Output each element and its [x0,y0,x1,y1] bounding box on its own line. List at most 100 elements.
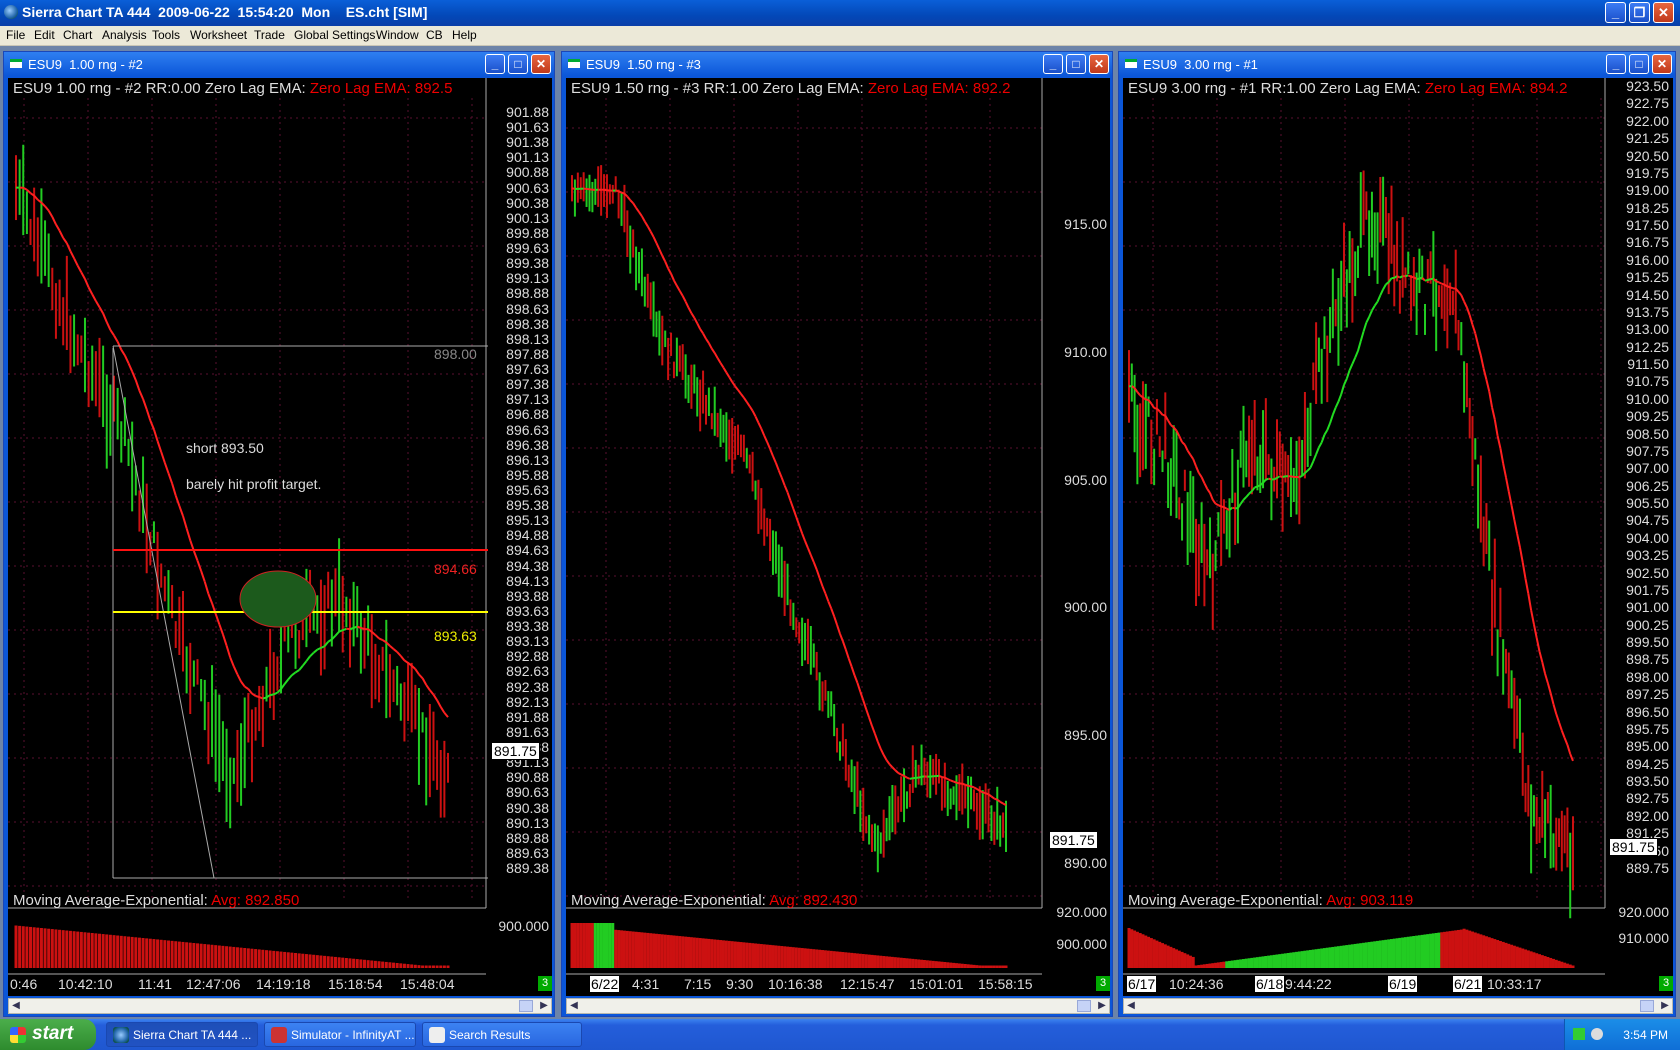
chart-window-title-bar[interactable]: ESU9 3.00 rng - #1 _ □ ✕ [1119,52,1675,76]
time-tick-label: 7:15 [684,976,712,992]
chart-window-title-bar[interactable]: ESU9 1.50 rng - #3 _ □ ✕ [562,52,1112,76]
chart-window-3[interactable]: ESU9 3.00 rng - #1 _ □ ✕ ESU9 3.00 rng -… [1118,51,1676,1017]
ema-segment [429,689,435,696]
page-indicator[interactable]: 3 [1659,976,1673,991]
ema-segment [338,629,344,633]
ema-segment [1538,651,1544,663]
menu-chart[interactable]: Chart [63,28,92,42]
menu-window[interactable]: Window [376,28,419,42]
ema-segment [1535,637,1541,652]
ema-segment [1265,477,1269,481]
menu-trade[interactable]: Trade [254,28,285,42]
scroll-thumb[interactable] [519,1000,533,1012]
price-tick-label: 916.00 [1626,251,1669,268]
ema-segment [646,225,652,233]
chart-minimize-button[interactable]: _ [1606,54,1626,74]
last-price-label: 891.75 [1049,831,1098,849]
time-tick-label: 11:41 [138,976,172,992]
ema-segment [247,688,253,695]
page-indicator[interactable]: 3 [1096,976,1110,991]
start-button[interactable]: start [0,1019,96,1050]
ema-segment [774,462,780,471]
price-tick-label: 896.50 [1626,703,1669,720]
menu-worksheet[interactable]: Worksheet [190,28,247,42]
ema-segment [255,695,260,698]
ema-segment [1206,488,1211,494]
ema-segment [443,712,449,718]
chart-window-1[interactable]: ESU9 1.00 rng - #2 _ □ ✕ ESU9 1.00 rng -… [3,51,555,1017]
scroll-right-icon[interactable]: ▶ [537,999,551,1013]
restore-button[interactable]: ❐ [1629,2,1650,23]
price-tick-label: 913.75 [1626,303,1669,320]
horizontal-scrollbar[interactable]: ◀ ▶ [8,998,552,1014]
price-tick-label: 890.63 [506,784,549,801]
scroll-left-icon[interactable]: ◀ [9,999,23,1013]
horizontal-scrollbar[interactable]: ◀ ▶ [1123,998,1673,1014]
scroll-left-icon[interactable]: ◀ [567,999,581,1013]
menu-analysis[interactable]: Analysis [102,28,147,42]
menu-help[interactable]: Help [452,28,477,42]
chart-window-icon [1125,59,1137,68]
time-tick-label: 9:30 [726,976,754,992]
scroll-right-icon[interactable]: ▶ [1095,999,1109,1013]
price-tick-label: 901.00 [1626,599,1669,616]
menu-global-settings[interactable]: Global Settings [294,28,375,42]
taskbar-item-sierra-chart[interactable]: Sierra Chart TA 444 ... [106,1022,258,1047]
ema-segment [871,725,876,735]
price-tick-label: 905.00 [1064,471,1107,488]
price-tick-label: 901.63 [506,119,549,136]
ema-segment [1524,578,1530,594]
time-tick-label: 6/19 [1388,976,1418,992]
annotation-note: barely hit profit target. [186,476,322,492]
menu-file[interactable]: File [6,28,25,42]
price-tick-label: 918.25 [1626,199,1669,216]
chart-window-title-bar[interactable]: ESU9 1.00 rng - #2 _ □ ✕ [4,52,554,76]
ema-segment [844,649,850,659]
time-tick-label: 15:01:01 [909,976,964,992]
network-icon[interactable] [1573,1028,1585,1040]
price-tick-label: 895.38 [506,497,549,514]
ema-segment [156,440,163,453]
ema-segment [1189,454,1195,460]
chart-minimize-button[interactable]: _ [485,54,505,74]
ema-segment [1457,291,1463,296]
minimize-button[interactable]: _ [1605,2,1626,23]
ema-segment [950,779,954,783]
close-button[interactable]: ✕ [1653,2,1674,23]
scroll-thumb[interactable] [1077,1000,1091,1012]
ema-segment [745,401,751,407]
scroll-thumb[interactable] [1640,1000,1654,1012]
page-indicator[interactable]: 3 [538,976,552,991]
ema-segment [73,257,79,267]
price-tick-label: 898.00 [1626,668,1669,685]
ema-segment [1329,414,1334,424]
menu-cb[interactable]: CB [426,28,443,42]
chart-area[interactable]: ESU9 1.00 rng - #2 RR:0.00 Zero Lag EMA:… [8,78,552,996]
chart-maximize-button[interactable]: □ [1629,54,1649,74]
chart-area[interactable]: ESU9 1.50 rng - #3 RR:1.00 Zero Lag EMA:… [566,78,1110,996]
chart-area[interactable]: ESU9 3.00 rng - #1 RR:1.00 Zero Lag EMA:… [1123,78,1673,996]
horizontal-scrollbar[interactable]: ◀ ▶ [566,998,1110,1014]
taskbar-item-simulator[interactable]: Simulator - InfinityAT ... [264,1022,416,1047]
ema-segment [667,267,672,275]
ema-segment [313,648,318,654]
chart-maximize-button[interactable]: □ [1066,54,1086,74]
ema-segment [1351,357,1357,365]
chart-maximize-button[interactable]: □ [508,54,528,74]
chart-close-button[interactable]: ✕ [531,54,551,74]
taskbar-item-search-results[interactable]: Search Results [422,1022,582,1047]
chart-close-button[interactable]: ✕ [1089,54,1109,74]
ema-segment [748,405,754,412]
chart-minimize-button[interactable]: _ [1043,54,1063,74]
menu-tools[interactable]: Tools [152,28,180,42]
volume-icon[interactable] [1591,1028,1603,1040]
scroll-right-icon[interactable]: ▶ [1658,999,1672,1013]
ema-segment [1416,277,1420,281]
chart-close-button[interactable]: ✕ [1652,54,1672,74]
ema-segment [258,696,264,700]
menu-edit[interactable]: Edit [34,28,55,42]
chart-window-2[interactable]: ESU9 1.50 rng - #3 _ □ ✕ ESU9 1.50 rng -… [561,51,1113,1017]
scroll-left-icon[interactable]: ◀ [1124,999,1138,1013]
ema-segment [798,524,804,534]
ema-segment [1220,505,1225,509]
